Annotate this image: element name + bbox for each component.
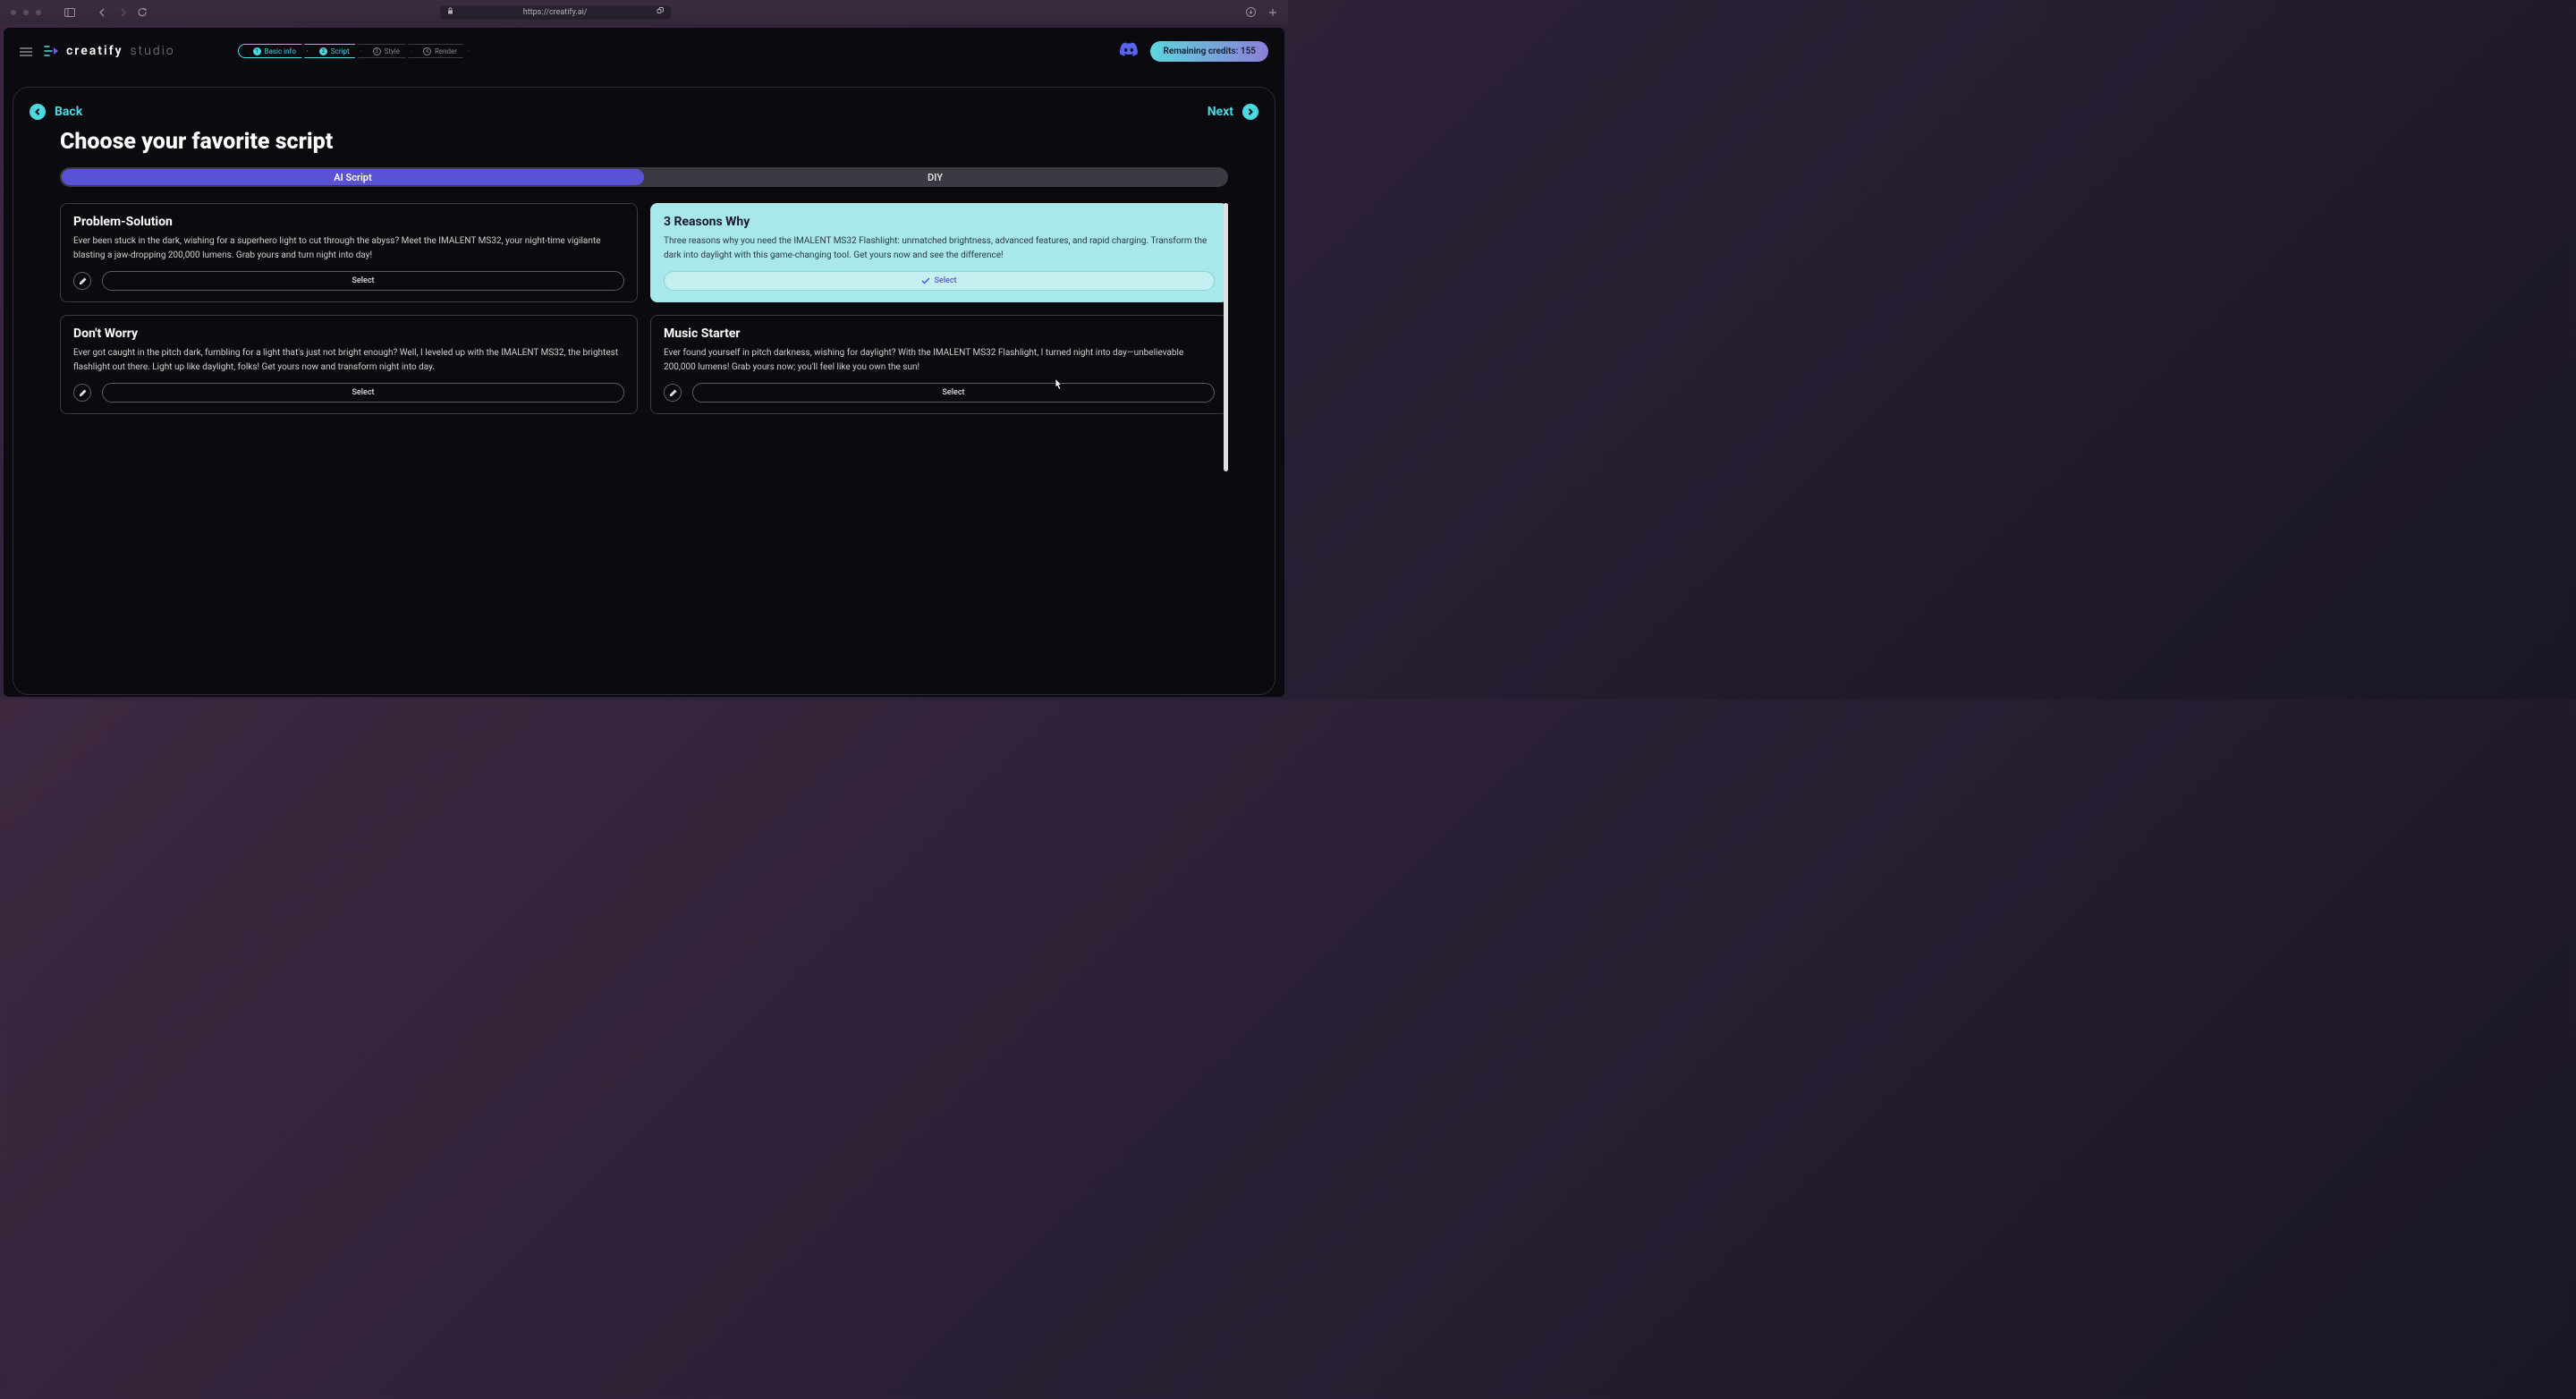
- page-title: Choose your favorite script: [60, 129, 1228, 155]
- lock-icon: [447, 7, 453, 17]
- logo-mark-icon: [43, 45, 61, 57]
- select-button[interactable]: Select: [692, 383, 1215, 403]
- next-button[interactable]: Next: [1208, 104, 1258, 120]
- reload-icon[interactable]: [138, 8, 147, 17]
- card-body: Ever been stuck in the dark, wishing for…: [73, 234, 624, 262]
- edit-button[interactable]: [73, 272, 91, 290]
- script-card-problem-solution[interactable]: Problem-Solution Ever been stuck in the …: [60, 203, 638, 302]
- browser-chrome: https://creatify.ai/: [0, 0, 1288, 24]
- card-body: Ever got caught in the pitch dark, fumbl…: [73, 346, 624, 374]
- logo[interactable]: creatify studio: [43, 44, 175, 58]
- step-basic-info[interactable]: 1 Basic info: [238, 44, 308, 58]
- app-root: creatify studio 1 Basic info 2 Script 3 …: [4, 28, 1284, 697]
- progress-stepper: 1 Basic info 2 Script 3 Style 4 Render: [238, 44, 469, 58]
- content-area: Choose your favorite script AI Script DI…: [30, 129, 1258, 414]
- new-tab-icon[interactable]: [1268, 4, 1277, 21]
- card-body: Three reasons why you need the IMALENT M…: [664, 234, 1215, 262]
- minimize-window[interactable]: [23, 10, 29, 15]
- forward-icon: [118, 8, 127, 17]
- tab-diy[interactable]: DIY: [644, 169, 1226, 185]
- edit-button[interactable]: [73, 384, 91, 402]
- step-label: Script: [331, 47, 350, 55]
- pencil-icon: [79, 277, 87, 285]
- card-title: Music Starter: [664, 326, 1215, 341]
- credits-pill[interactable]: Remaining credits: 155: [1150, 41, 1268, 62]
- back-icon[interactable]: [98, 8, 107, 17]
- logo-main: creatify: [66, 44, 123, 58]
- select-button[interactable]: Select: [664, 271, 1215, 291]
- download-icon[interactable]: [1246, 4, 1256, 21]
- window-controls: [11, 10, 41, 15]
- script-card-dont-worry[interactable]: Don't Worry Ever got caught in the pitch…: [60, 315, 638, 414]
- script-card-music-starter[interactable]: Music Starter Ever found yourself in pit…: [650, 315, 1228, 414]
- share-icon[interactable]: [657, 7, 664, 17]
- step-label: Render: [435, 47, 457, 55]
- main-panel: Back Next Choose your favorite script AI…: [13, 87, 1275, 695]
- card-title: Don't Worry: [73, 326, 624, 341]
- hamburger-menu-icon[interactable]: [20, 43, 32, 60]
- pencil-icon: [669, 389, 677, 397]
- back-label: Back: [55, 105, 82, 119]
- pencil-icon: [79, 389, 87, 397]
- tab-ai-script[interactable]: AI Script: [62, 169, 644, 185]
- card-body: Ever found yourself in pitch darkness, w…: [664, 346, 1215, 374]
- step-label: Style: [385, 47, 400, 55]
- step-style[interactable]: 3 Style: [358, 44, 411, 58]
- script-card-3-reasons-why[interactable]: 3 Reasons Why Three reasons why you need…: [650, 203, 1228, 302]
- card-title: Problem-Solution: [73, 215, 624, 229]
- chevron-left-icon: [30, 104, 46, 120]
- scrollbar[interactable]: [1224, 203, 1228, 471]
- sidebar-toggle-icon[interactable]: [64, 8, 75, 17]
- check-icon: [921, 277, 930, 284]
- logo-sub: studio: [131, 44, 175, 58]
- step-script[interactable]: 2 Script: [304, 44, 361, 58]
- edit-button[interactable]: [664, 384, 682, 402]
- next-label: Next: [1208, 105, 1233, 119]
- close-window[interactable]: [11, 10, 16, 15]
- script-mode-tabs: AI Script DIY: [60, 167, 1228, 187]
- discord-icon[interactable]: [1120, 42, 1138, 60]
- select-button[interactable]: Select: [102, 271, 624, 291]
- url-bar[interactable]: https://creatify.ai/: [440, 5, 671, 20]
- back-button[interactable]: Back: [30, 104, 82, 120]
- chevron-right-icon: [1242, 104, 1258, 120]
- maximize-window[interactable]: [36, 10, 41, 15]
- url-text: https://creatify.ai/: [523, 8, 588, 17]
- step-render[interactable]: 4 Render: [408, 44, 469, 58]
- app-header: creatify studio 1 Basic info 2 Script 3 …: [4, 28, 1284, 74]
- script-cards-grid: Problem-Solution Ever been stuck in the …: [60, 203, 1228, 414]
- step-label: Basic info: [265, 47, 296, 55]
- select-button[interactable]: Select: [102, 383, 624, 403]
- card-title: 3 Reasons Why: [664, 215, 1215, 229]
